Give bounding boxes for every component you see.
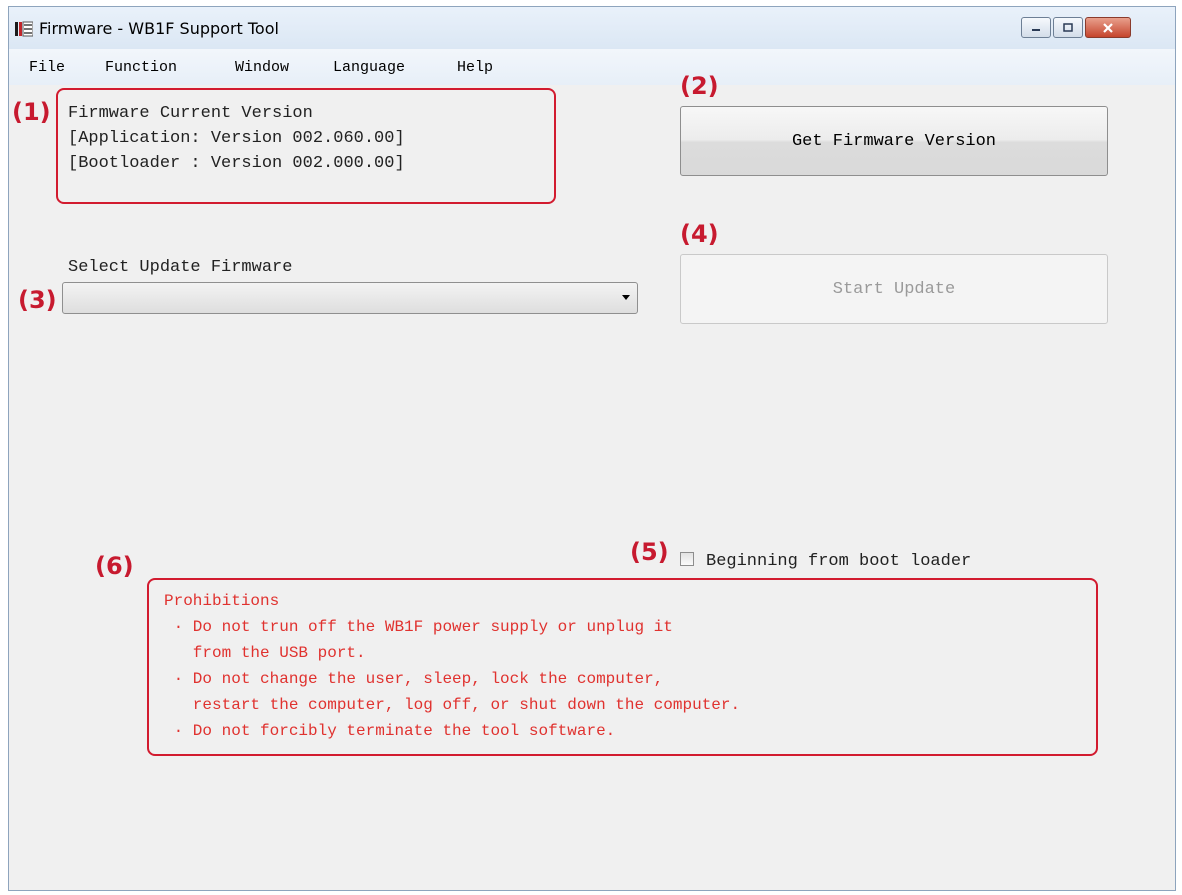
close-button[interactable] <box>1085 17 1131 38</box>
prohibition-line: · Do not trun off the WB1F power supply … <box>164 618 673 636</box>
minimize-button[interactable] <box>1021 17 1051 38</box>
callout-2: (2) <box>680 72 719 100</box>
update-firmware-select[interactable] <box>62 282 638 314</box>
menu-bar: File Function Window Language Help <box>9 49 1175 85</box>
minimize-icon <box>1032 28 1040 31</box>
client-area <box>9 85 1175 890</box>
callout-5: (5) <box>630 538 669 566</box>
prohibitions-title: Prohibitions <box>164 592 280 610</box>
prohibition-line: restart the computer, log off, or shut d… <box>164 696 741 714</box>
bootloader-version: [Bootloader : Version 002.000.00] <box>68 154 405 173</box>
maximize-button[interactable] <box>1053 17 1083 38</box>
start-update-button[interactable]: Start Update <box>680 254 1108 324</box>
callout-3: (3) <box>18 286 57 314</box>
callout-6: (6) <box>95 552 134 580</box>
select-update-label: Select Update Firmware <box>68 258 293 277</box>
menu-file[interactable]: File <box>29 59 65 76</box>
close-icon <box>1103 22 1113 33</box>
app-icon <box>15 21 33 37</box>
menu-window[interactable]: Window <box>235 59 289 76</box>
maximize-icon <box>1063 22 1073 32</box>
boot-loader-label[interactable]: Beginning from boot loader <box>706 552 971 571</box>
title-bar[interactable]: Firmware - WB1F Support Tool <box>9 7 1175 49</box>
boot-loader-checkbox[interactable] <box>680 552 694 566</box>
prohibition-line: from the USB port. <box>164 644 366 662</box>
prohibition-line: · Do not forcibly terminate the tool sof… <box>164 722 616 740</box>
application-version: [Application: Version 002.060.00] <box>68 129 405 148</box>
callout-4: (4) <box>680 220 719 248</box>
menu-function[interactable]: Function <box>105 59 177 76</box>
window-title: Firmware - WB1F Support Tool <box>39 19 279 38</box>
get-firmware-version-button[interactable]: Get Firmware Version <box>680 106 1108 176</box>
callout-1: (1) <box>12 98 51 126</box>
menu-language[interactable]: Language <box>333 59 405 76</box>
menu-help[interactable]: Help <box>457 59 493 76</box>
chevron-down-icon <box>622 295 630 300</box>
version-heading: Firmware Current Version <box>68 104 313 123</box>
prohibition-line: · Do not change the user, sleep, lock th… <box>164 670 664 688</box>
